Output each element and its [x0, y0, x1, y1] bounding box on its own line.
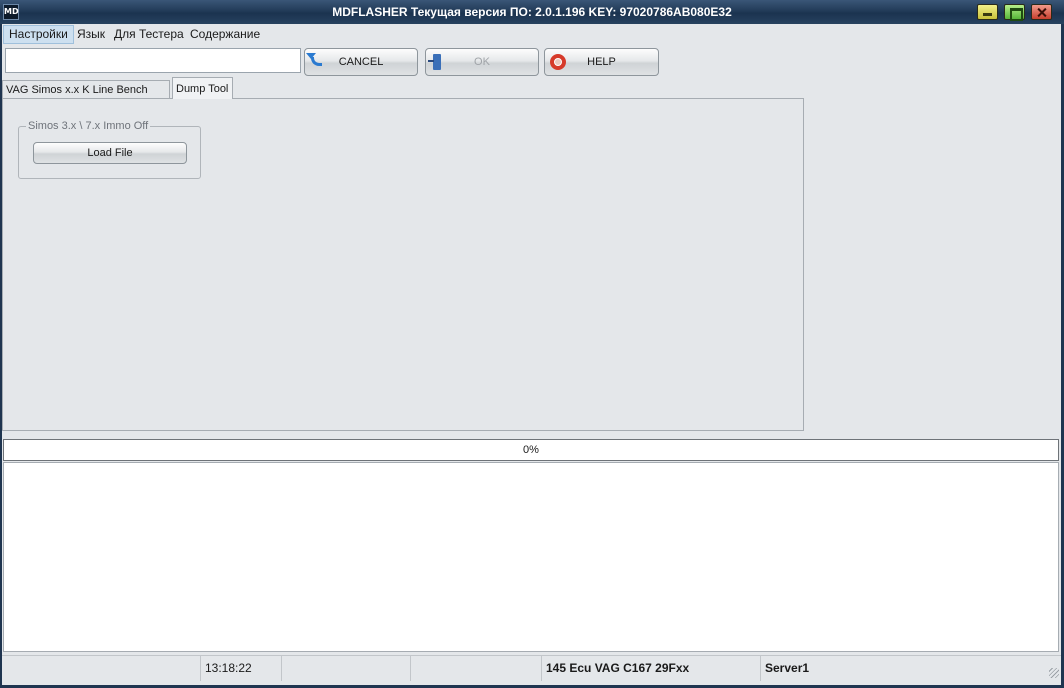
- simos-immo-off-group: Simos 3.x \ 7.x Immo Off Load File: [18, 120, 201, 179]
- menu-bar: Настройки Язык Для Тестера Содержание: [2, 24, 1061, 45]
- menu-language[interactable]: Язык: [72, 25, 110, 44]
- title-bar[interactable]: MD MDFLASHER Текущая версия ПО: 2.0.1.19…: [0, 0, 1064, 24]
- progress-bar: 0%: [3, 439, 1059, 461]
- status-cell-3: [282, 656, 411, 681]
- menu-contents[interactable]: Содержание: [185, 25, 265, 44]
- status-bar: 13:18:22 145 Ecu VAG C167 29Fxx Server1: [2, 655, 1061, 681]
- status-server: Server1: [765, 661, 810, 675]
- maximize-button[interactable]: [1004, 4, 1025, 21]
- load-file-button[interactable]: Load File: [33, 142, 187, 164]
- help-button[interactable]: HELP: [544, 48, 659, 76]
- minimize-button[interactable]: [977, 4, 998, 20]
- progress-text: 0%: [523, 444, 539, 456]
- group-title: Simos 3.x \ 7.x Immo Off: [26, 120, 151, 132]
- app-window: MD MDFLASHER Текущая версия ПО: 2.0.1.19…: [0, 0, 1064, 688]
- ok-button[interactable]: OK: [425, 48, 539, 76]
- tab-vag-simos-bench[interactable]: VAG Simos x.x K Line Bench Mode: [2, 80, 170, 114]
- log-output[interactable]: [3, 462, 1059, 652]
- cancel-button[interactable]: CANCEL: [304, 48, 418, 76]
- menu-for-tester[interactable]: Для Тестера: [109, 25, 189, 44]
- command-input[interactable]: [5, 48, 301, 73]
- help-label: HELP: [587, 56, 616, 68]
- menu-settings[interactable]: Настройки: [3, 25, 74, 44]
- ok-label: OK: [474, 56, 490, 68]
- resize-grip-icon[interactable]: [1049, 668, 1059, 678]
- tab-dump-tool[interactable]: Dump Tool: [172, 77, 233, 99]
- window-title: MDFLASHER Текущая версия ПО: 2.0.1.196 K…: [332, 5, 732, 19]
- cancel-label: CANCEL: [338, 56, 384, 68]
- status-cell-1: [2, 656, 201, 681]
- status-ecu: 145 Ecu VAG C167 29Fxx: [542, 656, 761, 681]
- client-area: Настройки Язык Для Тестера Содержание CA…: [2, 24, 1061, 685]
- dump-tool-panel: Simos 3.x \ 7.x Immo Off Load File: [2, 98, 804, 431]
- status-cell-4: [411, 656, 542, 681]
- status-time: 13:18:22: [201, 656, 282, 681]
- close-button[interactable]: [1031, 4, 1052, 20]
